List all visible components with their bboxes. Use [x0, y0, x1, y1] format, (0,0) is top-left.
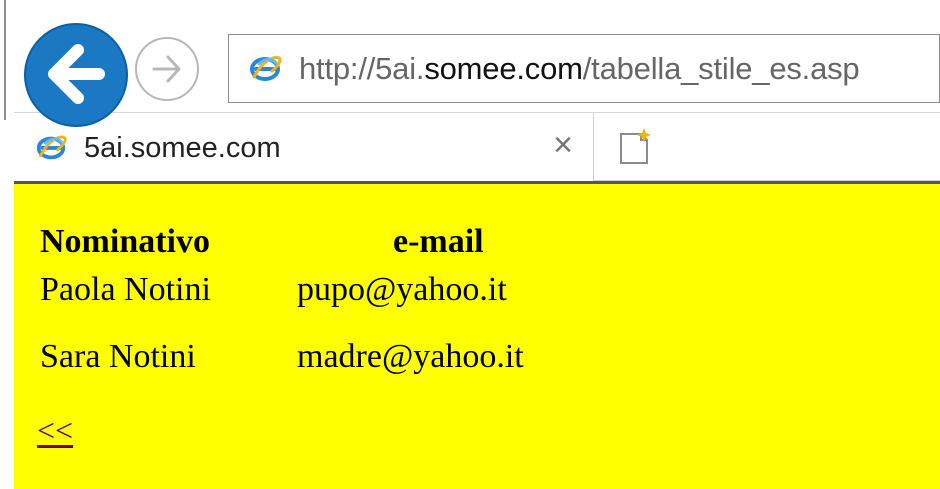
contact-name-cell: Sara Notini [40, 338, 196, 375]
url-prefix: http://5ai. [299, 51, 425, 86]
url-text[interactable]: http://5ai.somee.com/tabella_stile_es.as… [299, 50, 860, 88]
address-bar[interactable]: http://5ai.somee.com/tabella_stile_es.as… [228, 34, 940, 103]
tab-internet-explorer-icon [34, 130, 68, 164]
new-tab-icon [620, 128, 651, 164]
back-arrow-icon [48, 44, 105, 104]
url-domain: somee.com [424, 51, 583, 86]
forward-arrow-icon [152, 55, 181, 83]
email-column-header: e-mail [393, 223, 484, 260]
table-row: Sara Notini madre@yahoo.it [40, 337, 733, 404]
tab-strip: 5ai.somee.com × [14, 112, 940, 181]
contact-email-cell: madre@yahoo.it [297, 338, 524, 375]
internet-explorer-icon [247, 50, 283, 86]
header-row: Nominativo e-mail [40, 222, 733, 270]
browser-window: http://5ai.somee.com/tabella_stile_es.as… [0, 0, 940, 489]
back-button[interactable] [24, 23, 128, 127]
contacts-table: Nominativo e-mail Paola Notini pupo@yaho… [40, 222, 733, 404]
window-left-edge [0, 0, 15, 489]
tab-title: 5ai.somee.com [84, 132, 281, 164]
url-path: /tabella_stile_es.asp [582, 51, 860, 86]
contact-email-cell: pupo@yahoo.it [297, 271, 507, 308]
close-icon[interactable]: × [544, 128, 582, 166]
contacts-table-header: Nominativo e-mail [40, 222, 733, 270]
contacts-table-body: Paola Notini pupo@yahoo.it Sara Notini m… [40, 270, 733, 404]
contact-name-cell: Paola Notini [40, 271, 211, 308]
new-tab-button[interactable] [609, 125, 657, 170]
back-link[interactable]: << [37, 411, 73, 449]
forward-button[interactable] [135, 37, 199, 101]
table-row: Paola Notini pupo@yahoo.it [40, 270, 733, 337]
browser-navigation-bar: http://5ai.somee.com/tabella_stile_es.as… [14, 0, 940, 127]
nominativo-column-header: Nominativo [40, 223, 210, 260]
window-frame-line [4, 0, 6, 120]
page-content: Nominativo e-mail Paola Notini pupo@yaho… [14, 181, 940, 489]
